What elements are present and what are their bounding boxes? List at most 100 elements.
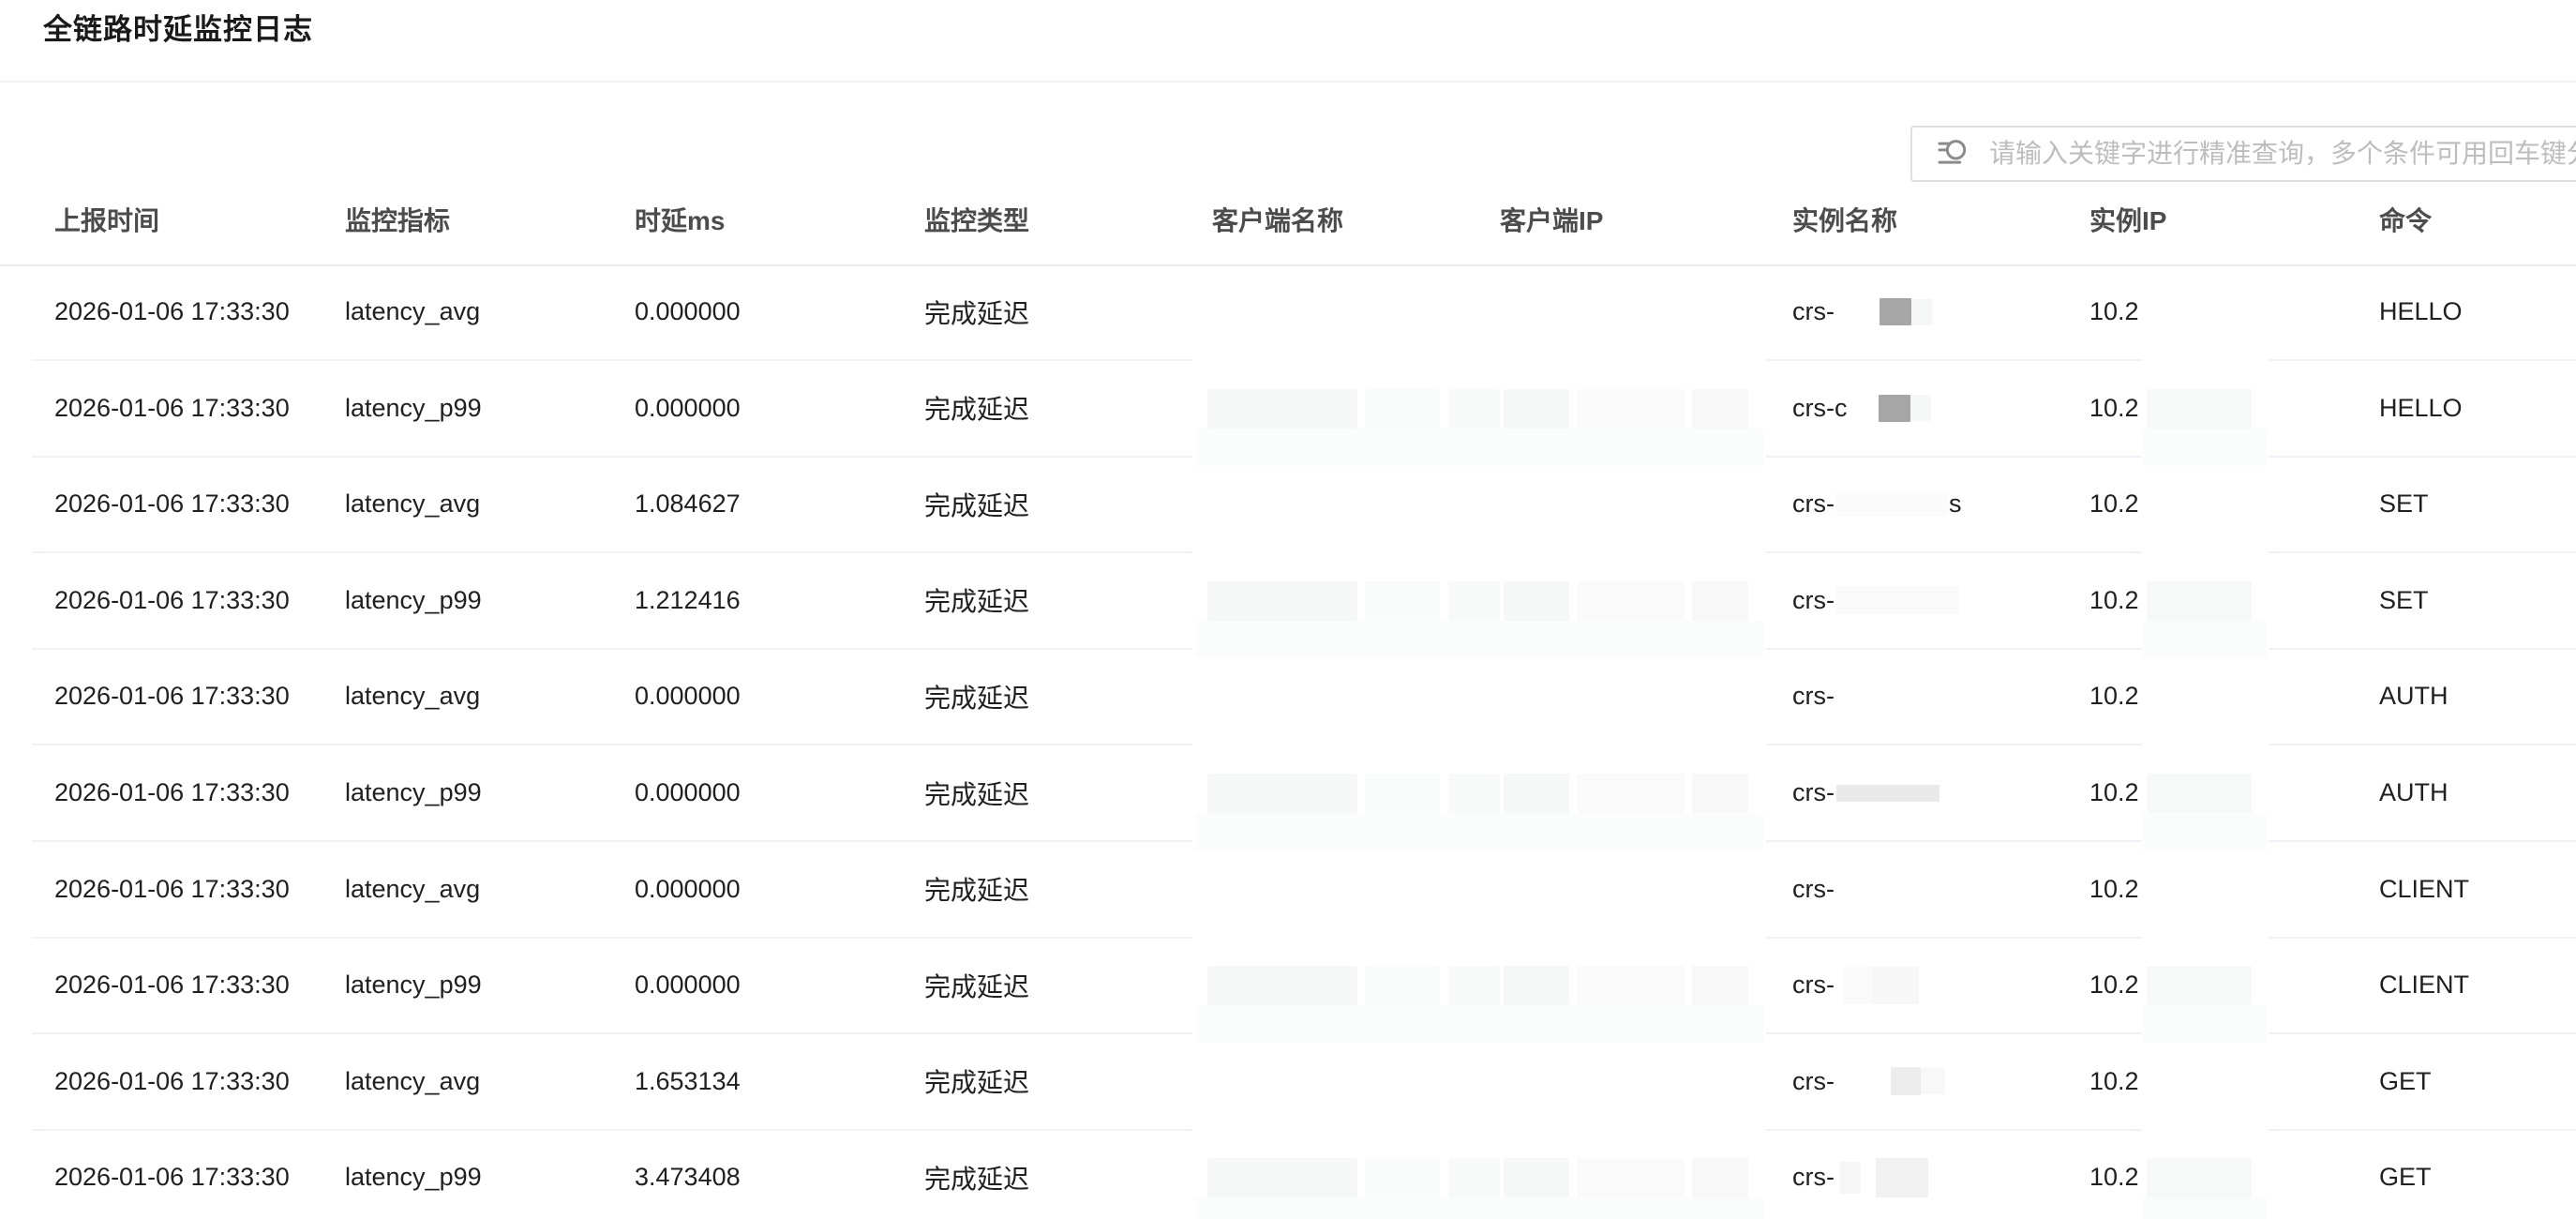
cell-command: CLIENT: [2379, 842, 2469, 937]
redaction-ghost: [1577, 966, 1685, 1005]
redaction-ghost: [1504, 1158, 1569, 1197]
redaction-ghost: [1577, 389, 1685, 429]
cell-latency: 1.212416: [635, 553, 741, 648]
cell-instance-ip: 10.2: [2089, 457, 2139, 551]
cell-instance-name: crs-s: [1792, 457, 1961, 551]
cell-metric: latency_avg: [345, 1034, 480, 1129]
cell-command: SET: [2379, 553, 2429, 648]
redaction-ghost-strip: [2143, 429, 2267, 466]
cell-metric: latency_avg: [345, 649, 480, 744]
redaction-block: [1891, 1067, 1921, 1095]
cell-report-time: 2026-01-06 17:33:30: [54, 938, 290, 1032]
redaction-ghost: [2147, 966, 2252, 1005]
redaction-block: [1880, 298, 1911, 325]
cell-monitor-type: 完成延迟: [924, 1034, 1029, 1129]
instance-name-fragment: crs-: [1792, 682, 1835, 711]
redaction-ghost: [2147, 774, 2252, 813]
redaction-ghost: [1692, 581, 1748, 621]
redaction-ghost: [1577, 1158, 1685, 1197]
cell-instance-name: crs-: [1792, 1130, 1928, 1219]
redaction-ghost: [2147, 389, 2252, 429]
cell-latency: 0.000000: [635, 938, 741, 1032]
instance-name-fragment: crs-: [1792, 875, 1835, 904]
redaction-ghost: [1365, 774, 1440, 813]
redaction-ghost-strip: [2143, 1197, 2267, 1219]
instance-name-fragment: crs-: [1792, 489, 1835, 519]
redaction-ghost-strip: [2143, 813, 2267, 850]
cell-instance-name: crs-: [1792, 649, 1835, 744]
redaction-ghost-strip: [2143, 621, 2267, 658]
redaction-ghost-strip: [1195, 1005, 1763, 1043]
redaction-ghost: [1207, 774, 1357, 813]
cell-instance-ip: 10.2: [2089, 842, 2139, 937]
cell-latency: 0.000000: [635, 264, 741, 359]
redaction-ghost: [1448, 1158, 1500, 1197]
instance-name-fragment: crs-c: [1792, 394, 1847, 423]
redaction-block: [1836, 785, 1939, 802]
redaction-ghost-strip: [1195, 1197, 1763, 1219]
instance-name-fragment: s: [1949, 489, 1962, 519]
cell-latency: 3.473408: [635, 1130, 741, 1219]
cell-instance-ip: 10.2: [2089, 938, 2139, 1032]
redaction-block: [1844, 967, 1872, 1004]
redaction-ghost: [1692, 1158, 1748, 1197]
cell-monitor-type: 完成延迟: [924, 264, 1029, 359]
cell-instance-ip: 10.2: [2089, 649, 2139, 744]
redaction-ghost-strip: [2143, 1005, 2267, 1043]
redaction-ghost: [1504, 774, 1569, 813]
cell-metric: latency_p99: [345, 745, 482, 840]
cell-latency: 0.000000: [635, 361, 741, 456]
cell-monitor-type: 完成延迟: [924, 457, 1029, 551]
cell-instance-ip: 10.2: [2089, 1130, 2139, 1219]
cell-report-time: 2026-01-06 17:33:30: [54, 264, 290, 359]
cell-instance-name: crs-: [1792, 264, 1932, 359]
cell-command: SET: [2379, 457, 2429, 551]
cell-latency: 0.000000: [635, 842, 741, 937]
cell-latency: 0.000000: [635, 745, 741, 840]
redaction-ghost: [2147, 581, 2252, 621]
cell-instance-name: crs-: [1792, 1034, 1945, 1129]
redaction-ghost: [1207, 1158, 1357, 1197]
redaction-ghost: [1692, 966, 1748, 1005]
cell-instance-ip: 10.2: [2089, 264, 2139, 359]
cell-instance-name: crs-: [1792, 842, 1835, 937]
redaction-ghost: [1207, 581, 1357, 621]
redaction-ghost-strip: [1195, 813, 1763, 850]
latency-monitor-log-page: 全链路时延监控日志 上报时间监控指标时延ms监控类型客户端名称客户端IP实例名称…: [0, 0, 2576, 1219]
cell-command: AUTH: [2379, 649, 2449, 744]
instance-name-fragment: crs-: [1792, 1163, 1835, 1192]
cell-report-time: 2026-01-06 17:33:30: [54, 1034, 290, 1129]
cell-instance-ip: 10.2: [2089, 361, 2139, 456]
cell-command: HELLO: [2379, 361, 2463, 456]
cell-instance-name: crs-c: [1792, 361, 1931, 456]
redaction-ghost: [2147, 1158, 2252, 1197]
redaction-block: [1911, 299, 1932, 325]
cell-monitor-type: 完成延迟: [924, 361, 1029, 456]
instance-name-fragment: crs-: [1792, 586, 1835, 615]
redaction-ghost: [1504, 966, 1569, 1005]
cell-metric: latency_p99: [345, 361, 482, 456]
cell-report-time: 2026-01-06 17:33:30: [54, 649, 290, 744]
cell-latency: 0.000000: [635, 649, 741, 744]
redaction-ghost: [1504, 389, 1569, 429]
redaction-block: [1836, 492, 1949, 517]
instance-name-fragment: crs-: [1792, 1067, 1835, 1096]
redaction-ghost: [1448, 389, 1500, 429]
instance-name-fragment: crs-: [1792, 297, 1835, 326]
cell-instance-ip: 10.2: [2089, 1034, 2139, 1129]
redaction-ghost: [1365, 1158, 1440, 1197]
cell-metric: latency_p99: [345, 1130, 482, 1219]
cell-report-time: 2026-01-06 17:33:30: [54, 457, 290, 551]
instance-name-fragment: crs-: [1792, 778, 1835, 807]
redaction-block: [1910, 395, 1931, 421]
cell-command: CLIENT: [2379, 938, 2469, 1032]
cell-command: HELLO: [2379, 264, 2463, 359]
redaction-ghost-strip: [1195, 429, 1763, 466]
redaction-ghost: [1365, 581, 1440, 621]
cell-report-time: 2026-01-06 17:33:30: [54, 1130, 290, 1219]
cell-metric: latency_avg: [345, 842, 480, 937]
redaction-block: [1921, 1068, 1945, 1094]
instance-name-fragment: crs-: [1792, 971, 1835, 1000]
cell-monitor-type: 完成延迟: [924, 938, 1029, 1032]
cell-command: GET: [2379, 1130, 2432, 1219]
